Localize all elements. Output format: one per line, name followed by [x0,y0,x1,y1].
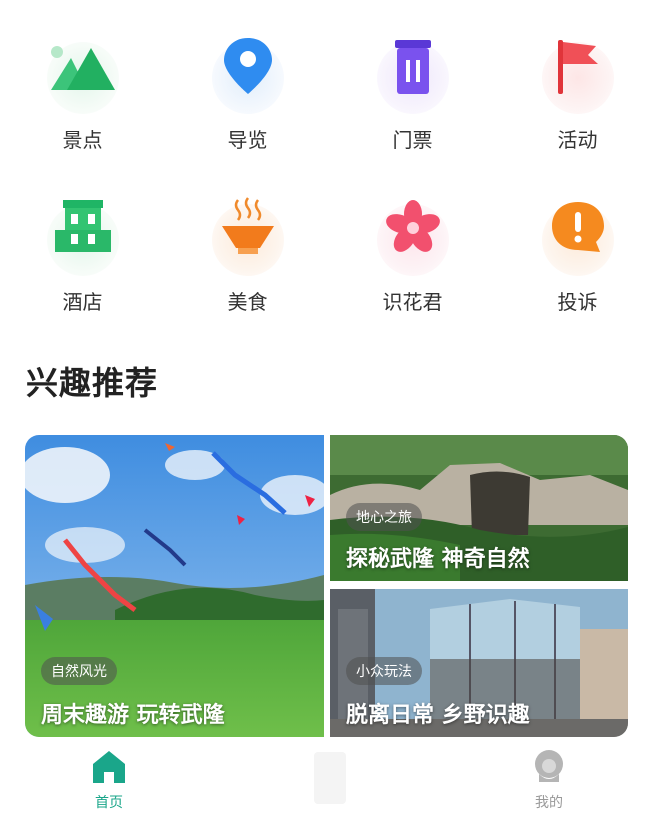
category-food[interactable]: 美食 [165,182,330,344]
category-flower-id[interactable]: 识花君 [330,182,495,344]
recommend-card-cave[interactable]: 地心之旅 探秘武隆 神奇自然 [330,435,628,581]
food-bowl-icon [208,190,288,276]
category-scenic-spots[interactable]: 景点 [0,20,165,182]
kite-field-image [25,435,324,737]
tab-mine[interactable]: 我的 [509,748,589,812]
card-tag: 自然风光 [41,657,117,685]
complaint-icon [538,190,618,276]
category-complaint[interactable]: 投诉 [495,182,660,344]
recommend-card-rural[interactable]: 小众玩法 脱离日常 乡野识趣 [330,589,628,737]
category-label: 投诉 [557,290,598,314]
category-label: 美食 [227,290,268,314]
card-tag: 地心之旅 [346,503,422,531]
tab-home[interactable]: 首页 [69,748,149,812]
category-grid: 景点 导览 门票 活动 酒店 美食 识花君 投诉 [0,20,661,344]
mountain-icon [43,28,123,114]
flower-icon [373,190,453,276]
tab-mine-label: 我的 [535,795,563,811]
card-caption: 脱离日常 乡野识趣 [346,703,530,728]
category-label: 景点 [62,128,103,152]
category-label: 活动 [557,128,598,152]
bottom-tab-bar: 首页 我的 [0,740,661,826]
user-avatar-icon [535,750,563,782]
category-label: 门票 [392,128,433,152]
home-icon [93,751,125,783]
center-placeholder-icon [314,752,346,804]
map-pin-icon [208,28,288,114]
category-activities[interactable]: 活动 [495,20,660,182]
ticket-icon [373,28,453,114]
category-label: 酒店 [62,290,103,314]
card-caption: 探秘武隆 神奇自然 [346,547,530,572]
flag-icon [538,28,618,114]
hotel-icon [43,190,123,276]
tab-center[interactable] [290,748,370,812]
category-label: 识花君 [382,290,443,314]
category-label: 导览 [227,128,268,152]
section-title: 兴趣推荐 [26,364,159,402]
card-caption: 周末趣游 玩转武隆 [41,703,225,728]
card-tag: 小众玩法 [346,657,422,685]
recommend-card-nature[interactable]: 自然风光 周末趣游 玩转武隆 [25,435,324,737]
category-guide[interactable]: 导览 [165,20,330,182]
category-tickets[interactable]: 门票 [330,20,495,182]
tab-home-label: 首页 [95,795,123,811]
category-hotel[interactable]: 酒店 [0,182,165,344]
